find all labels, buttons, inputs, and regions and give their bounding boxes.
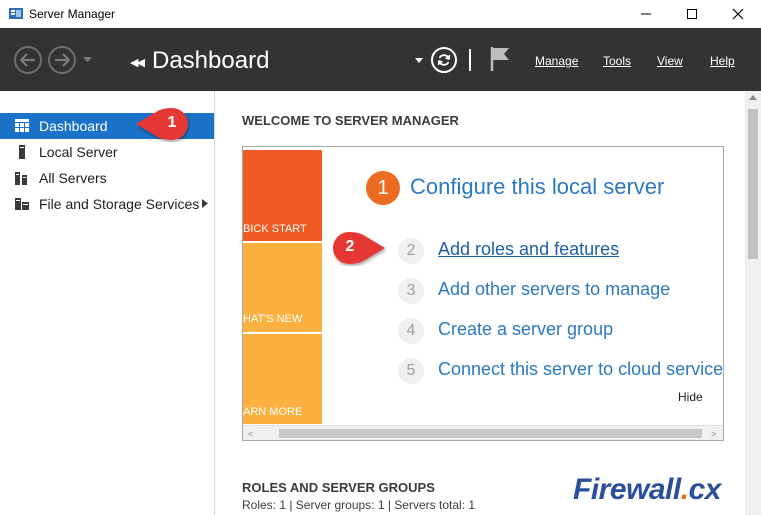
vertical-scroll-thumb[interactable] — [748, 109, 758, 259]
history-dropdown-icon[interactable] — [83, 57, 92, 63]
horizontal-scroll-thumb[interactable] — [279, 429, 702, 438]
sidebar-item-file-storage[interactable]: File and Storage Services — [0, 191, 214, 217]
horizontal-scrollbar[interactable]: < > — [243, 425, 723, 440]
hide-welcome-link[interactable]: Hide — [678, 390, 703, 404]
scroll-right-icon[interactable]: > — [711, 429, 716, 439]
firewall-cx-watermark: Firewall.cx — [573, 470, 753, 510]
sidebar-item-all-servers[interactable]: All Servers — [0, 165, 214, 191]
roles-heading: ROLES AND SERVER GROUPS — [242, 480, 435, 495]
minimize-icon — [641, 13, 651, 15]
vertical-scrollbar[interactable] — [745, 91, 761, 515]
servers-icon — [15, 172, 27, 185]
breadcrumb-arrows-icon: ◀◀ — [130, 57, 145, 69]
server-icon — [19, 145, 25, 159]
window-title: Server Manager — [29, 7, 116, 21]
maximize-icon — [687, 9, 697, 19]
maximize-button[interactable] — [669, 0, 715, 28]
refresh-icon — [437, 54, 451, 66]
callout-number: 2 — [345, 238, 355, 255]
close-icon — [732, 8, 744, 20]
header-separator — [469, 49, 471, 71]
step-add-roles: 2 Add roles and features — [398, 238, 698, 264]
tile-label: ARN MORE — [243, 406, 303, 418]
step-connect-cloud: 5 Connect this server to cloud services — [398, 358, 723, 384]
step-number: 2 — [398, 238, 424, 264]
dashboard-grid-icon — [15, 119, 29, 132]
scroll-left-icon[interactable]: < — [248, 429, 253, 439]
server-manager-app-icon — [9, 8, 23, 19]
callout-marker-1: 1 — [134, 106, 194, 142]
step-create-group: 4 Create a server group — [398, 318, 718, 344]
tile-quick-start[interactable]: BICK START — [243, 150, 322, 241]
title-bar: Server Manager — [0, 0, 761, 28]
step-number: 4 — [398, 318, 424, 344]
add-other-servers-link[interactable]: Add other servers to manage — [438, 279, 670, 300]
chevron-right-icon[interactable] — [202, 199, 208, 208]
page-title: Dashboard — [152, 47, 270, 74]
step-number: 5 — [398, 358, 424, 384]
minimize-button[interactable] — [623, 0, 669, 28]
create-server-group-link[interactable]: Create a server group — [438, 319, 613, 340]
sidebar-item-label: All Servers — [39, 170, 107, 186]
menu-manage[interactable]: Manage — [535, 54, 578, 68]
sidebar-item-label: File and Storage Services — [39, 196, 200, 212]
menu-help[interactable]: Help — [710, 54, 735, 68]
tile-whats-new[interactable]: HAT'S NEW — [243, 243, 322, 332]
sidebar-item-label: Local Server — [39, 144, 118, 160]
header-bar: ◀◀ Dashboard Manage Tools View Help — [0, 28, 761, 91]
welcome-panel: BICK START HAT'S NEW ARN MORE 1 Configur… — [242, 146, 724, 441]
step-main-number: 1 — [366, 171, 400, 205]
scroll-up-icon[interactable] — [749, 95, 757, 100]
watermark-logo: Firewall.cx — [573, 473, 721, 506]
menu-view[interactable]: View — [657, 54, 683, 68]
menu-tools[interactable]: Tools — [603, 54, 631, 68]
back-button[interactable] — [14, 46, 42, 74]
add-roles-features-link[interactable]: Add roles and features — [438, 239, 619, 260]
connect-cloud-services-link[interactable]: Connect this server to cloud services — [438, 359, 723, 380]
close-button[interactable] — [715, 0, 761, 28]
forward-button[interactable] — [48, 46, 76, 74]
sidebar-item-local-server[interactable]: Local Server — [0, 139, 214, 165]
arrow-right-icon — [55, 53, 70, 67]
tile-label: BICK START — [243, 223, 307, 235]
sidebar-item-label: Dashboard — [39, 118, 108, 134]
roles-stats: Roles: 1 | Server groups: 1 | Servers to… — [242, 498, 476, 512]
callout-number: 1 — [167, 114, 177, 131]
arrow-left-icon — [20, 53, 35, 67]
refresh-button[interactable] — [431, 47, 457, 73]
tile-learn-more[interactable]: ARN MORE — [243, 334, 322, 424]
configure-local-server-link[interactable]: Configure this local server — [410, 174, 664, 200]
notifications-flag-icon[interactable] — [489, 45, 511, 73]
callout-marker-2: 2 — [327, 230, 387, 266]
sidebar: Dashboard Local Server All Servers File … — [0, 91, 215, 515]
step-add-servers: 3 Add other servers to manage — [398, 278, 718, 304]
storage-icon — [15, 198, 29, 210]
step-number: 3 — [398, 278, 424, 304]
breadcrumb-dropdown-icon[interactable] — [415, 58, 423, 63]
welcome-heading: WELCOME TO SERVER MANAGER — [242, 113, 459, 128]
tile-label: HAT'S NEW — [243, 313, 303, 325]
